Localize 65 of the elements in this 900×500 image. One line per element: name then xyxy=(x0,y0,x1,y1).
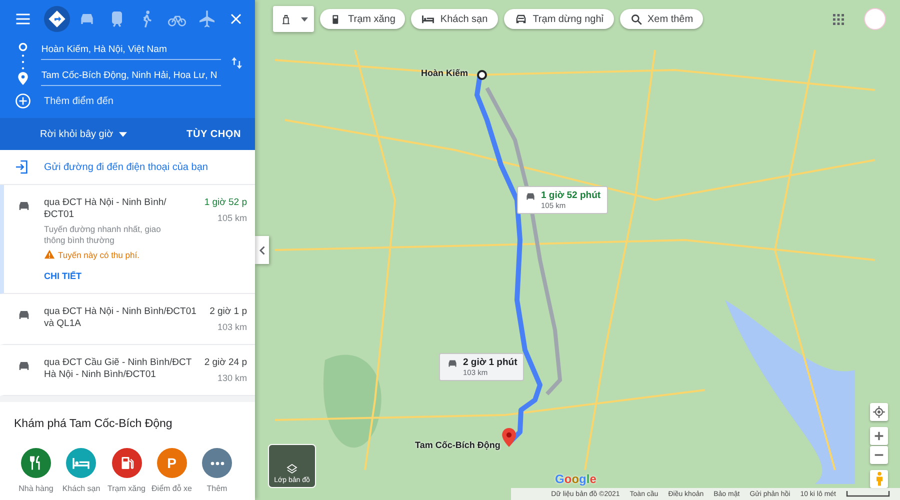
person-icon xyxy=(874,471,884,487)
category-label: Thêm xyxy=(206,484,228,493)
collapse-panel-button[interactable] xyxy=(255,236,269,264)
caret-icon xyxy=(301,16,308,22)
category-chip[interactable]: Trạm dừng nghỉ xyxy=(504,9,614,29)
route-distance: 130 km xyxy=(217,373,247,383)
plane-icon xyxy=(197,9,217,29)
crosshair-icon xyxy=(872,405,886,419)
category-label: Điểm đỗ xe xyxy=(152,484,192,493)
route-description: Tuyến đường nhanh nhất, giao thông bình thường xyxy=(44,224,162,246)
more-dots-icon xyxy=(210,460,224,466)
category-label: Khách sạn xyxy=(62,484,100,493)
details-link[interactable]: CHI TIẾT xyxy=(44,271,192,281)
route-name: qua ĐCT Hà Nội - Ninh Bình/ĐCT01 và QL1A xyxy=(44,306,198,330)
more-category-button[interactable] xyxy=(202,448,232,478)
depart-dropdown[interactable]: Rời khỏi bây giờ xyxy=(40,128,128,140)
search-icon xyxy=(630,12,642,26)
send-to-phone-icon xyxy=(14,159,30,175)
route-duration: 2 giờ 1 p xyxy=(210,306,247,317)
origin-dot-icon xyxy=(18,42,28,52)
origin-place-label: Hoàn Kiếm xyxy=(421,68,468,78)
destination-place-label: Tam Cốc-Bích Động xyxy=(415,440,500,450)
caret-icon xyxy=(119,132,128,136)
warning-icon xyxy=(44,249,55,260)
best-mode-tab[interactable] xyxy=(44,6,70,32)
category-label: Trạm xăng xyxy=(108,484,146,493)
destination-pin-icon xyxy=(502,428,516,447)
directions-icon xyxy=(47,9,67,29)
callout-duration: 2 giờ 1 phút xyxy=(463,357,518,368)
hotel-category-button[interactable] xyxy=(66,448,96,478)
route-name: qua ĐCT Cầu Giẽ - Ninh Bình/ĐCT Hà Nội - Ninh Bình/ĐCT01 xyxy=(44,357,192,381)
send-to-phone-link[interactable]: Gửi đường đi đến điện thoại của bạn xyxy=(44,162,208,172)
route-distance: 105 km xyxy=(217,213,247,223)
pin-icon xyxy=(18,72,28,84)
route-name: qua ĐCT Hà Nội - Ninh Bình/ĐCT01 xyxy=(44,197,168,221)
dotted-line-icon xyxy=(20,52,25,70)
category-chip[interactable]: Trạm xăng xyxy=(320,9,406,29)
zoom-in-button[interactable] xyxy=(870,427,888,445)
apps-grid-icon[interactable] xyxy=(833,14,844,24)
my-location-button[interactable] xyxy=(870,403,888,421)
destination-field[interactable]: Tam Cốc-Bích Động, Ninh Hải, Hoa Lư, N xyxy=(41,66,222,86)
callout-duration: 1 giờ 52 phút xyxy=(541,190,601,201)
toll-warning: Tuyến này có thu phí. xyxy=(58,250,140,260)
zoom-out-button[interactable] xyxy=(870,446,888,464)
route-duration: 2 giờ 24 p xyxy=(204,357,247,368)
category-chip[interactable]: Xem thêm xyxy=(620,9,704,29)
layers-icon xyxy=(286,463,298,475)
category-chip[interactable]: Khách sạn xyxy=(411,9,498,29)
scale-bar-icon xyxy=(846,491,890,497)
route-duration: 1 giờ 52 p xyxy=(204,197,247,208)
category-label: Nhà hàng xyxy=(18,484,54,493)
add-icon[interactable] xyxy=(14,92,32,110)
gas-category-button[interactable] xyxy=(112,448,142,478)
origin-field[interactable]: Hoàn Kiếm, Hà Nội, Việt Nam xyxy=(41,40,222,60)
add-destination-link[interactable]: Thêm điểm đến xyxy=(44,96,114,106)
origin-marker-icon xyxy=(476,69,488,81)
restaurant-category-button[interactable] xyxy=(21,448,51,478)
car-icon xyxy=(514,12,528,26)
route-distance: 103 km xyxy=(217,322,247,332)
explore-heading: Khám phá Tam Cốc-Bích Động xyxy=(14,418,172,430)
chevron-left-icon xyxy=(259,246,265,254)
plus-icon xyxy=(874,431,884,441)
google-logo: Google xyxy=(555,472,596,486)
options-button[interactable]: TÙY CHỌN xyxy=(186,128,241,140)
map-style-dropdown[interactable] xyxy=(273,6,314,32)
